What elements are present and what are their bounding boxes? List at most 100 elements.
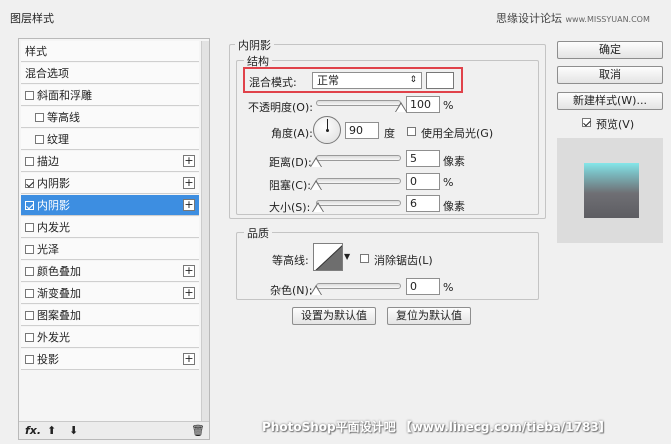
style-list-item-label: 描边 (37, 155, 59, 168)
preview-checkbox[interactable] (582, 118, 591, 127)
ok-button[interactable]: 确定 (557, 41, 663, 59)
watermark-bottom: PhotoShop平面设计吧 【www.linecg.com/tieba/178… (262, 420, 611, 434)
noise-slider-thumb-fill (311, 286, 321, 295)
style-checkbox[interactable] (25, 311, 34, 320)
quality-title: 品质 (244, 225, 272, 241)
opacity-slider-thumb-fill (396, 103, 406, 112)
distance-slider-thumb-fill (311, 158, 321, 167)
noise-unit: % (443, 281, 454, 294)
choke-unit: % (443, 176, 454, 189)
watermark-top-site: www.MISSYUAN.COM (565, 15, 650, 24)
contour-dropdown-icon[interactable]: ▼ (344, 252, 350, 261)
style-list-item[interactable]: 内阴影 + (21, 195, 199, 216)
size-slider-thumb-fill (312, 203, 323, 212)
shadow-color-swatch[interactable] (426, 72, 454, 89)
style-list-item[interactable]: 内阴影 + (21, 173, 199, 194)
style-list-item[interactable]: 内发光 (21, 217, 199, 238)
style-preview-thumbnail (584, 163, 639, 218)
move-up-icon[interactable]: ⬆ (47, 424, 56, 437)
angle-input[interactable]: 90 (345, 122, 379, 139)
size-slider[interactable] (316, 200, 401, 206)
style-list-item-label: 纹理 (47, 133, 69, 146)
distance-unit: 像素 (443, 155, 465, 168)
inner-shadow-title: 内阴影 (235, 37, 274, 53)
add-effect-icon[interactable]: + (183, 177, 195, 189)
style-list-item-label: 投影 (37, 353, 59, 366)
choke-input[interactable]: 0 (406, 173, 440, 190)
style-checkbox[interactable] (35, 135, 44, 144)
noise-slider[interactable] (316, 283, 401, 289)
style-checkbox[interactable] (25, 91, 34, 100)
distance-slider[interactable] (316, 155, 401, 161)
set-default-button[interactable]: 设置为默认值 (292, 307, 376, 325)
style-list-item-label: 样式 (25, 45, 47, 58)
watermark-top-text: 思缘设计论坛 (496, 12, 562, 25)
choke-slider[interactable] (316, 178, 401, 184)
angle-label: 角度(A): (271, 127, 313, 140)
angle-dial[interactable] (313, 116, 341, 144)
style-list-item-label: 图案叠加 (37, 309, 81, 322)
contour-curve-icon (315, 245, 342, 270)
cancel-button[interactable]: 取消 (557, 66, 663, 84)
style-list-item[interactable]: 纹理 (21, 129, 199, 150)
noise-input[interactable]: 0 (406, 278, 440, 295)
style-checkbox[interactable] (25, 201, 34, 210)
antialias-label: 消除锯齿(L) (374, 254, 433, 267)
style-list-item[interactable]: 斜面和浮雕 (21, 85, 199, 106)
style-checkbox[interactable] (35, 113, 44, 122)
style-list-item[interactable]: 投影 + (21, 349, 199, 370)
move-down-icon[interactable]: ⬇ (69, 424, 78, 437)
reset-default-button[interactable]: 复位为默认值 (387, 307, 471, 325)
style-list-item[interactable]: 外发光 (21, 327, 199, 348)
opacity-slider[interactable] (316, 100, 401, 106)
contour-picker[interactable] (313, 243, 343, 271)
blend-mode-value: 正常 (317, 74, 339, 87)
style-list-item-label: 光泽 (37, 243, 59, 256)
style-checkbox[interactable] (25, 157, 34, 166)
new-style-button[interactable]: 新建样式(W)... (557, 92, 663, 110)
angle-dial-center (326, 129, 329, 132)
add-effect-icon[interactable]: + (183, 287, 195, 299)
trash-icon[interactable]: 🗑 (191, 424, 205, 437)
styles-list-scrollbar[interactable] (201, 41, 209, 421)
style-checkbox[interactable] (25, 333, 34, 342)
style-list-item-label: 等高线 (47, 111, 80, 124)
style-checkbox[interactable] (25, 179, 34, 188)
style-list-item[interactable]: 渐变叠加 + (21, 283, 199, 304)
opacity-label: 不透明度(O): (248, 101, 313, 114)
global-light-label: 使用全局光(G) (421, 127, 494, 140)
style-checkbox[interactable] (25, 289, 34, 298)
style-list-item[interactable]: 颜色叠加 + (21, 261, 199, 282)
size-input[interactable]: 6 (406, 195, 440, 212)
size-label: 大小(S): (269, 201, 311, 214)
add-effect-icon[interactable]: + (183, 265, 195, 277)
antialias-checkbox[interactable] (360, 254, 369, 263)
add-effect-icon[interactable]: + (183, 353, 195, 365)
style-list-item[interactable]: 等高线 (21, 107, 199, 128)
global-light-checkbox[interactable] (407, 127, 416, 136)
styles-list-panel: 样式 混合选项 斜面和浮雕 等高线 纹理 描边 + 内阴影 + 内阴影 + 内发光 光泽 颜色叠加 + 渐变叠… (18, 38, 210, 440)
angle-unit: 度 (384, 127, 395, 140)
style-checkbox[interactable] (25, 223, 34, 232)
style-list-item[interactable]: 混合选项 (21, 63, 199, 84)
choke-label: 阻塞(C): (269, 179, 311, 192)
opacity-input[interactable]: 100 (406, 96, 440, 113)
distance-input[interactable]: 5 (406, 150, 440, 167)
watermark-top: 思缘设计论坛 www.MISSYUAN.COM (496, 10, 650, 26)
style-checkbox[interactable] (25, 245, 34, 254)
size-unit: 像素 (443, 200, 465, 213)
style-list-item-label: 斜面和浮雕 (37, 89, 92, 102)
dialog-title: 图层样式 (10, 12, 54, 25)
style-list-item[interactable]: 图案叠加 (21, 305, 199, 326)
add-effect-icon[interactable]: + (183, 199, 195, 211)
add-effect-icon[interactable]: + (183, 155, 195, 167)
style-checkbox[interactable] (25, 355, 34, 364)
style-list-item[interactable]: 样式 (21, 41, 199, 62)
blend-mode-select[interactable]: 正常 ⇕ (312, 72, 422, 89)
style-list-item[interactable]: 描边 + (21, 151, 199, 172)
style-list-item[interactable]: 光泽 (21, 239, 199, 260)
style-checkbox[interactable] (25, 267, 34, 276)
noise-label: 杂色(N): (270, 284, 313, 297)
fx-icon[interactable]: fx. (25, 424, 41, 437)
distance-label: 距离(D): (269, 156, 312, 169)
